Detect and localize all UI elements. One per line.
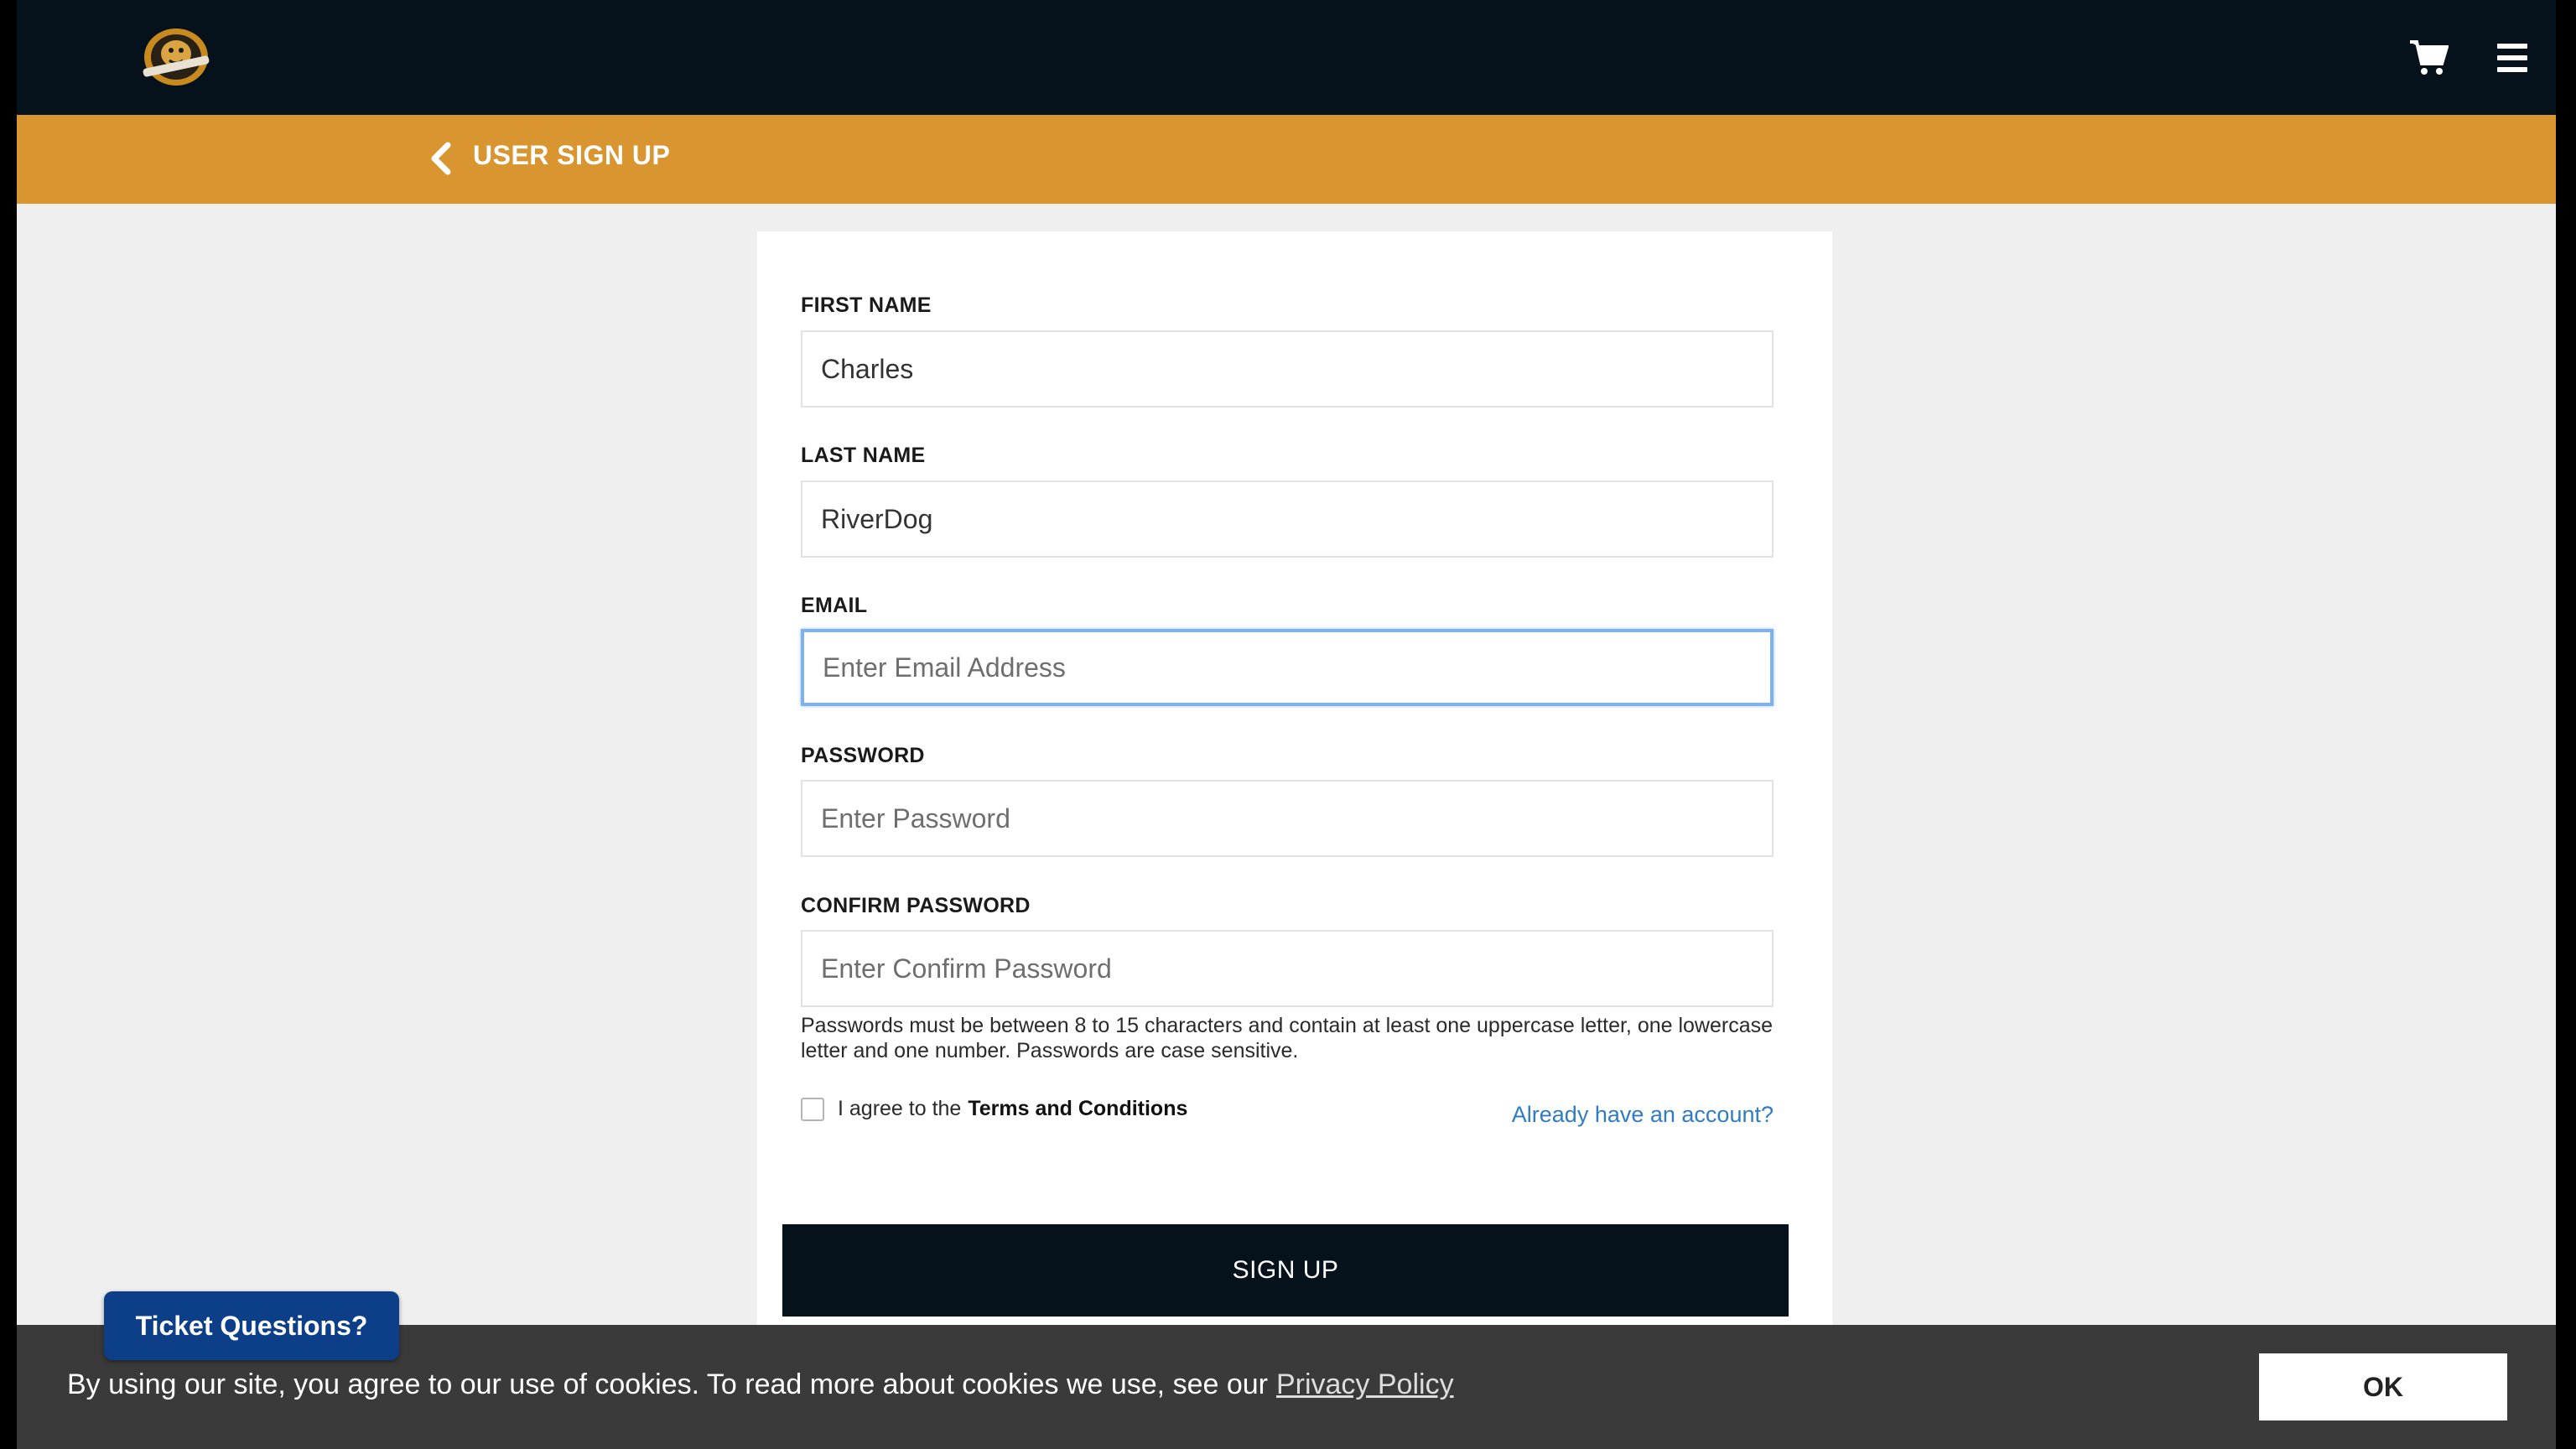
hamburger-menu-icon[interactable] — [2497, 44, 2531, 77]
password-label: PASSWORD — [801, 744, 925, 767]
chevron-left-icon[interactable] — [419, 135, 466, 182]
first-name-label: FIRST NAME — [801, 293, 932, 317]
ticket-questions-button[interactable]: Ticket Questions? — [104, 1291, 399, 1360]
signup-form-card: FIRST NAME LAST NAME EMAIL PASSWORD CONF… — [757, 231, 1832, 1405]
sign-up-button[interactable]: SIGN UP — [782, 1224, 1789, 1317]
cookie-text: By using our site, you agree to our use … — [67, 1368, 1268, 1400]
confirm-password-label: CONFIRM PASSWORD — [801, 894, 1031, 917]
page-title: USER SIGN UP — [473, 140, 671, 170]
riverdogs-logo-icon[interactable] — [136, 22, 216, 92]
page-title-bar: USER SIGN UP — [17, 115, 2556, 204]
terms-agreement: I agree to the Terms and Conditions — [801, 1097, 1187, 1121]
terms-checkbox[interactable] — [801, 1097, 824, 1121]
password-input[interactable] — [801, 780, 1774, 857]
top-nav-bar — [17, 0, 2556, 115]
email-label: EMAIL — [801, 594, 868, 617]
privacy-policy-link[interactable]: Privacy Policy — [1276, 1368, 1454, 1400]
password-hint: Passwords must be between 8 to 15 charac… — [801, 1014, 1774, 1062]
terms-link[interactable]: Terms and Conditions — [968, 1097, 1187, 1121]
cookie-message: By using our site, you agree to our use … — [67, 1368, 1454, 1401]
cookie-ok-button[interactable]: OK — [2259, 1353, 2507, 1420]
last-name-label: LAST NAME — [801, 444, 926, 467]
cart-icon[interactable] — [2408, 37, 2449, 77]
agree-prefix-text: I agree to the — [838, 1097, 962, 1120]
last-name-input[interactable] — [801, 480, 1774, 558]
already-have-account-link[interactable]: Already have an account? — [1512, 1102, 1774, 1128]
page-frame: USER SIGN UP FIRST NAME LAST NAME EMAIL … — [17, 0, 2556, 1449]
confirm-password-input[interactable] — [801, 930, 1774, 1007]
first-name-input[interactable] — [801, 330, 1774, 408]
email-input[interactable] — [801, 629, 1774, 706]
